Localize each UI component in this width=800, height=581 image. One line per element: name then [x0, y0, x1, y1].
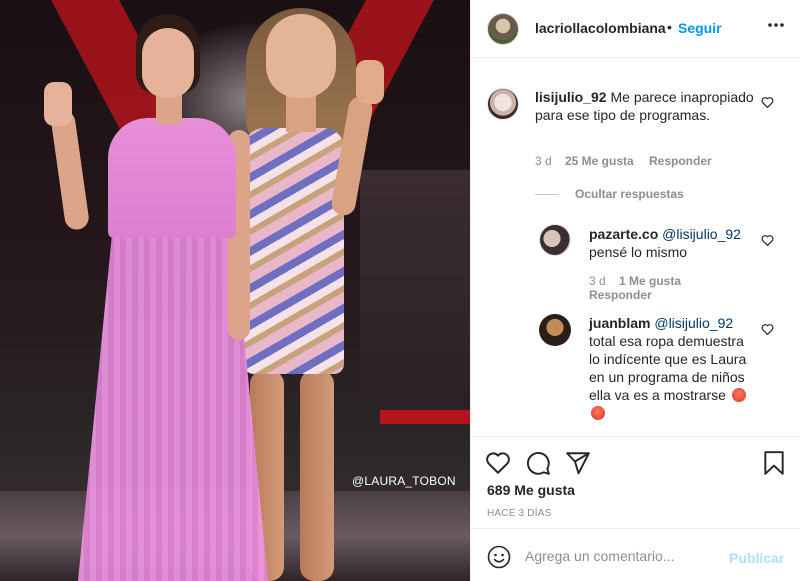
ellipsis-icon[interactable]: [767, 20, 785, 34]
comment-time[interactable]: 3 d: [535, 154, 552, 168]
bookmark-icon[interactable]: [761, 450, 787, 476]
share-icon[interactable]: [565, 450, 591, 476]
reply-text: pensé lo mismo: [589, 244, 688, 260]
person-left-face: [142, 28, 194, 98]
person-left-hand: [44, 82, 72, 126]
hide-replies-button[interactable]: Ocultar respuestas: [575, 187, 684, 201]
heart-icon[interactable]: [761, 323, 774, 335]
person-right-dress: [244, 128, 344, 374]
angry-face-icon: [731, 388, 746, 402]
reply-time[interactable]: 3 d: [589, 274, 606, 288]
reply: juanblam @lisijulio_92 total esa ropa de…: [589, 314, 749, 422]
post-actions: 689 Me gusta HACE 3 DÍAS: [471, 436, 800, 528]
commenter-avatar[interactable]: [487, 88, 519, 120]
post-time[interactable]: HACE 3 DÍAS: [487, 508, 551, 519]
heart-icon[interactable]: [761, 234, 774, 246]
person-right-hand: [356, 60, 384, 104]
reply-mention[interactable]: @lisijulio_92: [662, 226, 741, 242]
emoji-icon[interactable]: [487, 545, 511, 569]
person-right-neck: [286, 92, 316, 132]
reply: pazarte.co @lisijulio_92 pensé lo mismo: [589, 225, 759, 261]
stage-red-bar: [380, 410, 470, 424]
commenter-avatar[interactable]: [539, 314, 571, 346]
reply-username[interactable]: juanblam: [589, 315, 650, 331]
comments-list: lisijulio_92 Me parece inapropiado para …: [471, 58, 800, 436]
comment: lisijulio_92 Me parece inapropiado para …: [535, 88, 755, 124]
reply-likes[interactable]: 1 Me gusta: [619, 274, 681, 288]
post-header: lacriollacolombiana • Seguir: [471, 0, 800, 58]
author-username[interactable]: lacriollacolombiana: [535, 20, 666, 36]
comment-username[interactable]: lisijulio_92: [535, 89, 607, 105]
header-separator: •: [667, 19, 672, 35]
reply-mention[interactable]: @lisijulio_92: [654, 315, 733, 331]
comment-likes[interactable]: 25 Me gusta: [565, 154, 634, 168]
reply-button[interactable]: Responder: [649, 154, 712, 168]
commenter-avatar[interactable]: [539, 224, 571, 256]
comment-icon[interactable]: [525, 450, 551, 476]
heart-icon[interactable]: [761, 96, 774, 108]
add-comment-bar: Publicar: [471, 528, 800, 581]
reply-text: total esa ropa demuestra lo indícente qu…: [589, 333, 747, 403]
post-sidebar: lacriollacolombiana • Seguir lisijulio_9…: [470, 0, 800, 581]
stage-screen: [360, 170, 470, 400]
divider-line: [535, 194, 559, 195]
person-left-neck: [156, 94, 182, 124]
person-left-dress-top: [108, 118, 236, 238]
heart-icon[interactable]: [485, 450, 511, 476]
person-right-face: [266, 14, 336, 98]
author-avatar[interactable]: [487, 13, 519, 45]
person-right-leg: [300, 370, 334, 581]
likes-count[interactable]: 689 Me gusta: [487, 482, 575, 498]
reply-button[interactable]: Responder: [589, 288, 652, 302]
reply-username[interactable]: pazarte.co: [589, 226, 658, 242]
angry-face-icon: [591, 406, 605, 420]
photo-watermark: @LAURA_TOBON: [352, 474, 456, 488]
post-photo[interactable]: @LAURA_TOBON: [0, 0, 470, 581]
follow-button[interactable]: Seguir: [678, 20, 722, 36]
person-left-arm: [49, 108, 91, 232]
publish-button[interactable]: Publicar: [729, 550, 784, 566]
comment-input[interactable]: [525, 541, 725, 571]
